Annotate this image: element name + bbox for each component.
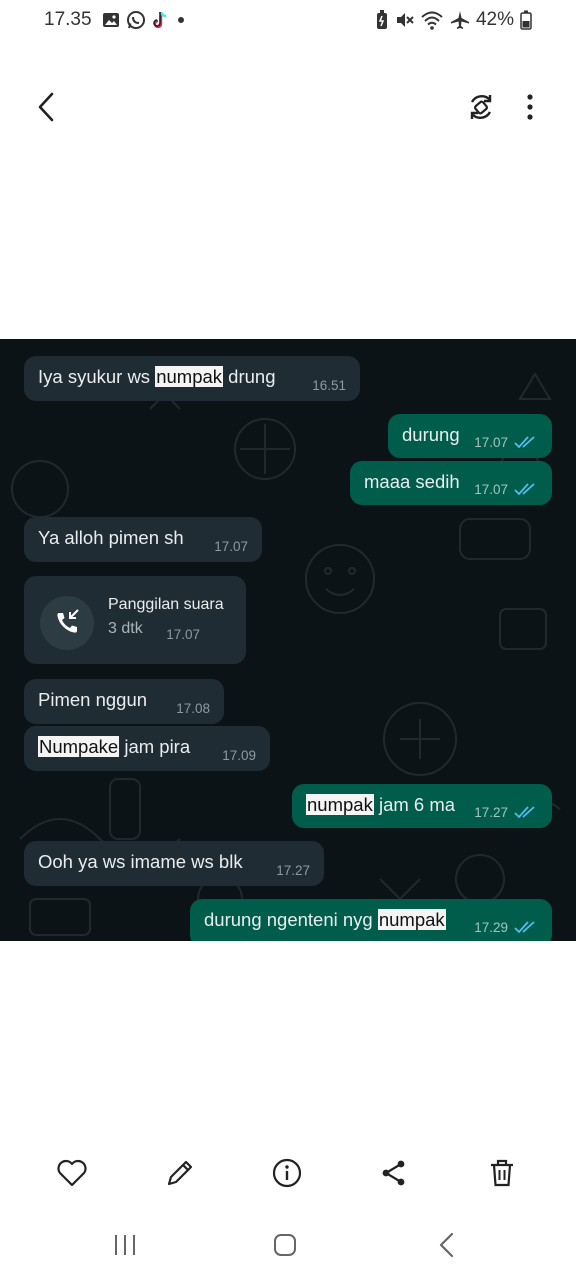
message-text: durung ngenteni nyg numpak — [204, 909, 446, 931]
message-time: 17.29 — [474, 920, 508, 935]
status-time: 17.35 — [44, 9, 92, 30]
read-ticks-icon — [514, 806, 535, 819]
dot-icon — [178, 17, 184, 23]
read-ticks-icon — [514, 483, 535, 496]
text-segment: jam pira — [119, 736, 191, 757]
message-text: Ya alloh pimen sh — [38, 527, 184, 548]
system-status-icons: 42% — [376, 9, 532, 31]
highlighted-text: Numpake — [38, 736, 120, 757]
rotate-icon — [470, 95, 492, 119]
message-outgoing[interactable]: durung 17.07 — [388, 414, 552, 458]
tiktok-icon — [153, 11, 167, 29]
notification-icons — [102, 10, 186, 30]
message-text: numpak jam 6 ma — [306, 794, 455, 816]
highlighted-text: numpak — [377, 909, 446, 930]
message-outgoing[interactable]: numpak jam 6 ma 17.27 — [292, 784, 552, 828]
recents-button[interactable] — [108, 1228, 142, 1262]
text-segment: durung ngenteni nyg — [204, 909, 378, 930]
message-time: 17.27 — [276, 863, 310, 878]
share-icon — [382, 1160, 405, 1186]
message-outgoing[interactable]: maaa sedih 17.07 — [350, 461, 552, 505]
message-text: maaa sedih — [364, 471, 460, 492]
text-segment: drung — [223, 366, 276, 387]
battery-saver-icon — [376, 10, 387, 29]
home-button[interactable] — [268, 1228, 302, 1262]
message-time: 17.08 — [176, 701, 210, 716]
highlighted-text: numpak — [155, 366, 224, 387]
message-text: Iya syukur ws numpak drung — [38, 366, 276, 388]
back-icon — [439, 1232, 454, 1258]
status-bar: 17.35 42% — [0, 0, 576, 42]
call-title: Panggilan suara — [108, 596, 224, 613]
battery-percent: 42% — [475, 9, 514, 30]
rotate-button[interactable] — [466, 92, 496, 122]
message-incoming[interactable]: Ya alloh pimen sh 17.07 — [24, 517, 262, 562]
back-button[interactable] — [32, 90, 60, 124]
message-incoming[interactable]: Pimen nggun 17.08 — [24, 679, 224, 724]
voice-call-message[interactable]: Panggilan suara 3 dtk 17.07 — [24, 576, 246, 664]
info-icon — [272, 1158, 302, 1188]
message-time: 16.51 — [312, 378, 346, 393]
more-vert-icon — [527, 94, 533, 120]
favorite-button[interactable] — [55, 1156, 89, 1190]
message-text: Numpake jam pira — [38, 736, 190, 758]
message-incoming[interactable]: Iya syukur ws numpak drung 16.51 — [24, 356, 360, 401]
whatsapp-icon — [127, 11, 145, 29]
message-text: Ooh ya ws imame ws blk — [38, 851, 243, 872]
message-time: 17.07 — [214, 539, 248, 554]
message-time: 17.07 — [474, 435, 508, 450]
wifi-icon — [421, 11, 443, 30]
delete-button[interactable] — [485, 1156, 519, 1190]
message-time: 17.07 — [166, 627, 200, 642]
edit-button[interactable] — [163, 1156, 197, 1190]
message-time: 17.27 — [474, 805, 508, 820]
read-ticks-icon — [514, 436, 535, 449]
text-segment: jam 6 ma — [373, 794, 456, 815]
back-arrow-icon — [38, 92, 54, 122]
more-options-button[interactable] — [520, 92, 540, 122]
call-icon-badge — [40, 596, 94, 650]
chat-screenshot: Iya syukur ws numpak drung 16.51 durung … — [0, 339, 576, 941]
home-icon — [274, 1234, 296, 1256]
mute-icon — [396, 13, 414, 27]
nav-back-button[interactable] — [430, 1228, 464, 1262]
recents-icon — [115, 1235, 135, 1255]
share-button[interactable] — [377, 1156, 411, 1190]
airplane-icon — [450, 11, 469, 29]
highlighted-text: numpak — [306, 794, 374, 815]
message-incoming[interactable]: Numpake jam pira 17.09 — [24, 726, 270, 771]
call-duration: 3 dtk — [108, 620, 143, 637]
heart-icon — [57, 1159, 87, 1187]
message-time: 17.07 — [474, 482, 508, 497]
message-text: durung — [402, 424, 460, 445]
delete-icon — [491, 1159, 513, 1187]
edit-icon — [167, 1160, 193, 1186]
details-button[interactable] — [270, 1156, 304, 1190]
message-text: Pimen nggun — [38, 689, 148, 710]
battery-icon — [520, 10, 532, 30]
message-outgoing[interactable]: durung ngenteni nyg numpak 17.29 — [190, 899, 552, 941]
gallery-icon — [103, 13, 119, 27]
message-incoming[interactable]: Ooh ya ws imame ws blk 17.27 — [24, 841, 324, 886]
text-segment: Iya syukur ws — [38, 366, 156, 387]
read-ticks-icon — [514, 921, 535, 934]
message-time: 17.09 — [222, 748, 256, 763]
missed-call-icon — [57, 609, 79, 633]
